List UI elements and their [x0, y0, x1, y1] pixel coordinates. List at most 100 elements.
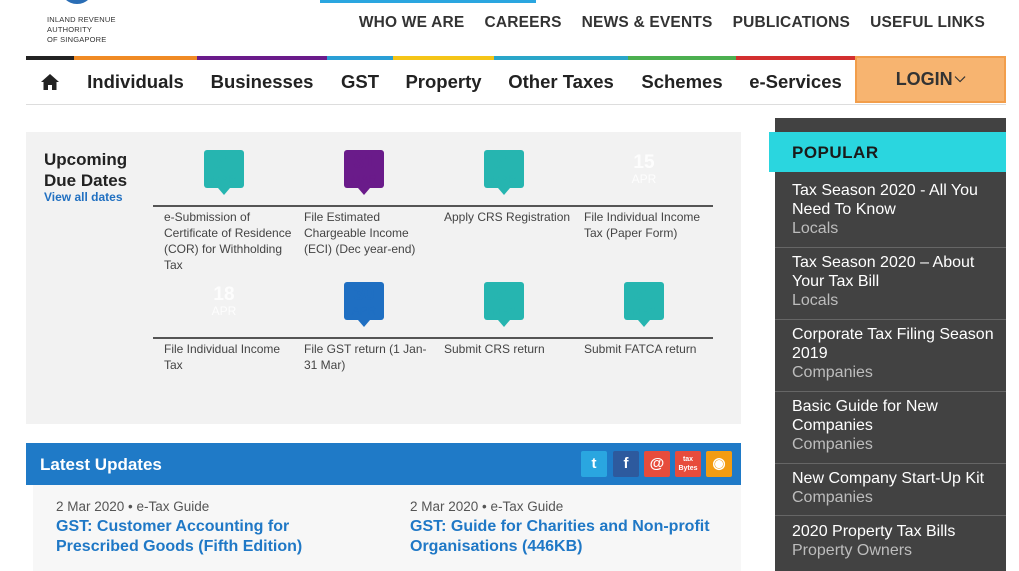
due-date-badge: 30 APR	[344, 282, 384, 327]
popular-item[interactable]: 2020 Property Tax Bills Property Owners	[775, 516, 1006, 571]
due-month: MAR	[350, 172, 378, 186]
popular-title: POPULAR	[792, 143, 879, 162]
due-divider	[573, 205, 713, 207]
due-divider	[573, 337, 713, 339]
update-type: e-Tax Guide	[136, 499, 210, 514]
due-day: 31	[353, 152, 375, 173]
popular-item-title: New Company Start-Up Kit	[792, 470, 985, 487]
due-day: 31	[493, 152, 515, 173]
topnav-news-events[interactable]: NEWS & EVENTS	[582, 14, 713, 32]
latest-updates-title: Latest Updates	[40, 455, 162, 474]
home-button[interactable]	[26, 56, 74, 104]
update-date: 2 Mar 2020	[56, 499, 125, 514]
login-label: LOGIN	[895, 69, 953, 89]
due-date-label: File Individual Income Tax (Paper Form)	[584, 210, 701, 240]
popular-item[interactable]: New Company Start-Up Kit Companies	[775, 464, 1006, 516]
due-divider	[293, 205, 433, 207]
due-date-label: e-Submission of Certificate of Residence…	[164, 210, 292, 272]
update-type: e-Tax Guide	[490, 499, 564, 514]
due-month: MAR	[490, 172, 518, 186]
home-icon	[41, 74, 59, 90]
popular-item[interactable]: Tax Season 2020 – About Your Tax Bill Loc…	[775, 248, 1006, 320]
twitter-icon[interactable]: t	[581, 451, 607, 477]
due-day: 18	[213, 284, 235, 305]
due-divider	[433, 205, 573, 207]
popular-item[interactable]: Basic Guide for New Companies Companies	[775, 392, 1006, 464]
popular-item-title: 2020 Property Tax Bills	[792, 523, 956, 540]
due-date-badge: 15 APR	[624, 150, 664, 188]
due-month: APR	[631, 172, 657, 186]
nav-property[interactable]: Property	[393, 56, 494, 104]
nav-businesses[interactable]: Businesses	[197, 56, 327, 104]
due-divider	[293, 337, 433, 339]
update-date: 2 Mar 2020	[410, 499, 479, 514]
due-divider	[433, 337, 573, 339]
popular-item-category: Property Owners	[792, 542, 913, 559]
due-date-badge: 31 MAR	[484, 150, 524, 195]
due-date-badge: 31 MAY	[624, 282, 664, 327]
nav-individuals[interactable]: Individuals	[74, 56, 197, 104]
nav-other-taxes[interactable]: Other Taxes	[494, 56, 628, 104]
topnav-useful-links[interactable]: USEFUL LINKS	[870, 14, 985, 32]
top-accent-bar	[320, 0, 536, 3]
popular-item-category: Locals	[792, 292, 839, 309]
popular-item-category: Companies	[792, 436, 873, 453]
login-button[interactable]: LOGIN ⌵	[855, 56, 1006, 103]
due-date-badge: 31 MAR	[204, 150, 244, 195]
nav-schemes[interactable]: Schemes	[628, 56, 736, 104]
due-day: 31	[493, 284, 515, 305]
iras-logo[interactable]	[60, 0, 94, 4]
upcoming-due-dates-panel: Upcoming Due Dates View all dates 31 MAR e…	[26, 132, 741, 424]
topnav-careers[interactable]: CAREERS	[484, 14, 561, 32]
topnav-who-we-are[interactable]: WHO WE ARE	[359, 14, 465, 32]
popular-item[interactable]: Corporate Tax Filing Season 2019 Companie…	[775, 320, 1006, 392]
due-day: 15	[633, 152, 655, 173]
chevron-down-icon: ⌵	[954, 69, 966, 85]
popular-item-title: Tax Season 2020 – About Your Tax Bill	[792, 254, 975, 290]
facebook-icon[interactable]: f	[613, 451, 639, 477]
taxbytes-icon[interactable]: tax Bytes	[675, 451, 701, 477]
update-title-link[interactable]: GST: Customer Accounting for Prescribed …	[56, 517, 376, 557]
logo-text: INLAND REVENUE AUTHORITY OF SINGAPORE	[47, 15, 116, 44]
update-item[interactable]: 2 Mar 2020 • e-Tax Guide GST: Guide for …	[410, 499, 730, 557]
top-nav: WHO WE ARE CAREERS NEWS & EVENTS PUBLICA…	[339, 14, 985, 32]
update-meta: 2 Mar 2020 • e-Tax Guide	[56, 499, 210, 514]
due-date-label: File Individual Income Tax	[164, 342, 281, 372]
popular-item-title: Corporate Tax Filing Season 2019	[792, 326, 994, 362]
due-month: APR	[351, 304, 377, 318]
due-month: MAY	[631, 304, 657, 318]
due-month: MAY	[491, 304, 517, 318]
update-meta: 2 Mar 2020 • e-Tax Guide	[410, 499, 564, 514]
due-date-label: Submit CRS return	[444, 342, 545, 356]
popular-item-category: Locals	[792, 220, 839, 237]
update-item[interactable]: 2 Mar 2020 • e-Tax Guide GST: Customer A…	[56, 499, 376, 557]
popular-sidebar: POPULAR Tax Season 2020 - All You Need T…	[769, 118, 1006, 571]
email-icon[interactable]: @	[644, 451, 670, 477]
due-month: APR	[211, 304, 237, 318]
popular-item-category: Companies	[792, 364, 873, 381]
due-date-badge: 31 MAR	[344, 150, 384, 195]
due-date-label: File Estimated Chargeable Income (ECI) (…	[304, 210, 416, 256]
due-date-label: Submit FATCA return	[584, 342, 697, 356]
update-title-link[interactable]: GST: Guide for Charities and Non-profit …	[410, 517, 730, 557]
popular-header: POPULAR	[769, 132, 1006, 172]
main-nav: Individuals Businesses GST Property Othe…	[26, 56, 1006, 105]
due-month: MAR	[210, 172, 238, 186]
due-day: 30	[353, 284, 375, 305]
due-date-badge: 31 MAY	[484, 282, 524, 327]
due-day: 31	[213, 152, 235, 173]
due-divider	[153, 337, 293, 339]
due-date-label: Apply CRS Registration	[444, 210, 571, 224]
popular-item-category: Companies	[792, 489, 873, 506]
due-day: 31	[633, 284, 655, 305]
latest-updates-header: Latest Updates t f @ tax Bytes ◉	[26, 443, 741, 485]
popular-item-title: Tax Season 2020 - All You Need To Know	[792, 182, 978, 218]
nav-e-services[interactable]: e-Services	[736, 56, 855, 104]
nav-gst[interactable]: GST	[327, 56, 393, 104]
popular-item[interactable]: Tax Season 2020 - All You Need To Know Lo…	[775, 176, 1006, 248]
due-date-label: File GST return (1 Jan-31 Mar)	[304, 342, 427, 372]
view-all-dates-link[interactable]: View all dates	[44, 190, 123, 204]
topnav-publications[interactable]: PUBLICATIONS	[733, 14, 851, 32]
rss-icon[interactable]: ◉	[706, 451, 732, 477]
due-dates-title: Upcoming Due Dates	[44, 150, 128, 190]
